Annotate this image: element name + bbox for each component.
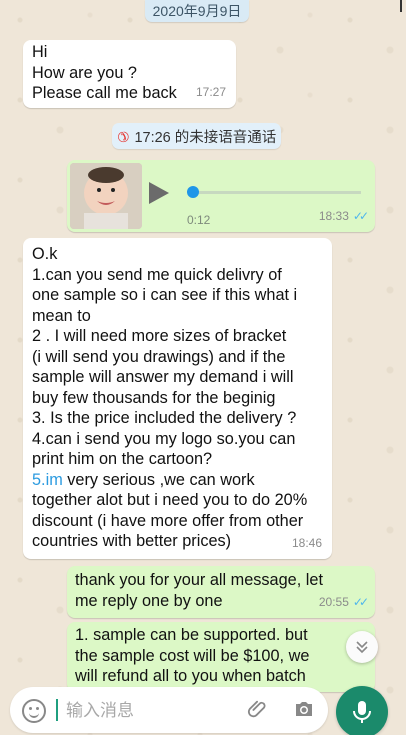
incoming-message-long[interactable]: O.k 1.can you send me quick delivry of o… <box>23 238 332 559</box>
message-line: countries with better prices) <box>32 532 232 550</box>
play-icon[interactable] <box>149 182 169 204</box>
message-link[interactable]: 5.im <box>32 471 63 489</box>
message-time: 18:33 ✓✓ <box>319 206 369 227</box>
emoji-icon[interactable] <box>22 699 46 723</box>
message-time: 20:55 ✓✓ <box>319 592 369 613</box>
double-check-icon: ✓✓ <box>352 208 369 223</box>
outgoing-message-reply-2[interactable]: 1. sample can be supported. but the samp… <box>67 622 375 692</box>
message-line: 3. Is the price included the delivery ? <box>32 409 297 427</box>
message-line: the sample cost will be $100, we <box>75 646 310 665</box>
message-line: O.k <box>32 245 58 263</box>
message-line: (i will send you drawings) and if the <box>32 347 286 366</box>
message-line: 1.can you send me quick delivry of <box>32 265 282 284</box>
message-line: How are you ? <box>32 63 137 82</box>
message-line-rest: very serious ,we can work <box>62 470 255 489</box>
message-time: 18:46 <box>291 535 322 550</box>
message-line: will refund all to you when batch <box>75 667 306 685</box>
message-line: discount (i have more offer from other <box>32 511 304 530</box>
message-time: 17:27 <box>195 84 226 99</box>
microphone-icon <box>353 701 371 723</box>
missed-call-label: 17:26 的未接语音通话 <box>134 129 277 146</box>
voice-progress-track[interactable] <box>189 191 361 194</box>
message-line: mean to <box>32 306 91 325</box>
message-line: 5.im very serious ,we can work <box>32 470 328 491</box>
message-line: buy few thousands for the beginig <box>32 388 276 407</box>
chat-area: 2020年9月9日 Hi How are you ? Please call m… <box>0 0 406 735</box>
message-line: sample will answer my demand i will <box>32 368 294 386</box>
incoming-message-greeting[interactable]: Hi How are you ? Please call me back 17:… <box>23 40 236 108</box>
message-composer <box>10 687 328 735</box>
voice-progress-knob[interactable] <box>187 186 199 198</box>
message-line: Please call me back <box>32 84 177 102</box>
message-line: together alot but i need you to do 20% <box>32 491 308 509</box>
status-edge <box>400 0 402 12</box>
scroll-down-button[interactable] <box>346 631 378 663</box>
message-line: Hi <box>32 43 48 61</box>
missed-call-icon: ✆ <box>113 126 133 147</box>
message-line: thank you for your all message, let <box>75 571 323 589</box>
message-text: 1. sample can be supported. but the samp… <box>75 625 365 687</box>
camera-icon[interactable] <box>292 697 316 721</box>
voice-duration: 0:12 <box>187 213 211 227</box>
paperclip-icon[interactable] <box>247 698 269 720</box>
message-line: one sample so i can see if this what i <box>32 286 298 304</box>
avatar-image <box>70 163 142 229</box>
message-line: 4.can i send you my logo so.you can <box>32 429 296 448</box>
outgoing-message-reply-1[interactable]: thank you for your all message, let me r… <box>67 566 375 618</box>
mic-button[interactable] <box>336 686 388 735</box>
date-pill: 2020年9月9日 <box>145 0 249 22</box>
text-caret <box>56 699 58 721</box>
avatar[interactable] <box>70 163 142 229</box>
message-line: 2 . I will need more sizes of bracket <box>32 327 287 345</box>
double-check-icon: ✓✓ <box>352 594 369 609</box>
message-text: O.k 1.can you send me quick delivry of o… <box>32 244 328 552</box>
message-input[interactable] <box>64 687 238 735</box>
message-line: print him on the cartoon? <box>32 450 213 468</box>
chevron-double-down-icon <box>356 641 368 654</box>
missed-call-notice[interactable]: ✆ 17:26 的未接语音通话 <box>112 123 281 149</box>
voice-note-message[interactable]: 0:12 18:33 ✓✓ <box>67 160 375 232</box>
message-line: 1. sample can be supported. but <box>75 626 308 644</box>
message-text: Hi How are you ? Please call me back <box>32 42 177 104</box>
